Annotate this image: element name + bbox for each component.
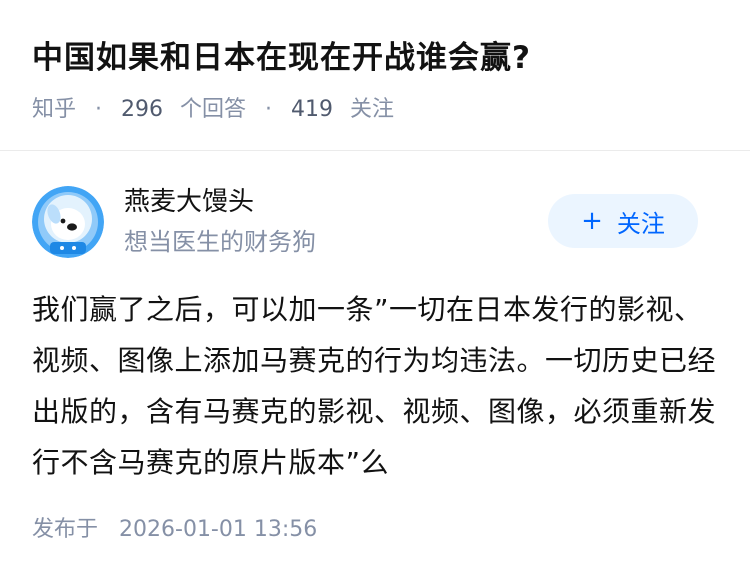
answer-content: 我们赢了之后，可以加一条”一切在日本发行的影视、视频、图像上添加马赛克的行为均违… bbox=[32, 293, 717, 479]
author-name[interactable]: 燕麦大馒头 bbox=[124, 184, 254, 220]
answer-page: 中国如果和日本在现在开战谁会赢? 知乎 · 296 个回答 · 419 关注 燕… bbox=[0, 0, 750, 582]
answer-footer: 发布于 2026-01-01 13:56 bbox=[32, 512, 317, 548]
answers-label[interactable]: 个回答 bbox=[180, 97, 246, 122]
published-label: 发布于 bbox=[32, 517, 99, 542]
dog-astronaut-avatar-icon bbox=[32, 186, 104, 258]
question-header: 中国如果和日本在现在开战谁会赢? 知乎 · 296 个回答 · 419 关注 bbox=[0, 0, 750, 150]
follow-button-label: 关注 bbox=[616, 209, 665, 238]
followers-label[interactable]: 关注 bbox=[350, 97, 394, 122]
follow-button[interactable]: + 关注 bbox=[548, 194, 698, 248]
meta-separator: · bbox=[95, 97, 103, 122]
question-meta: 知乎 · 296 个回答 · 419 关注 bbox=[32, 92, 394, 128]
answers-count[interactable]: 296 bbox=[121, 97, 163, 122]
author-card: 燕麦大馒头 想当医生的财务狗 + 关注 bbox=[0, 176, 750, 272]
followers-count[interactable]: 419 bbox=[291, 97, 333, 122]
published-time: 2026-01-01 13:56 bbox=[119, 517, 318, 542]
question-title[interactable]: 中国如果和日本在现在开战谁会赢? bbox=[32, 34, 531, 82]
plus-icon: + bbox=[581, 206, 603, 236]
header-divider bbox=[0, 150, 750, 151]
author-bio: 想当医生的财务狗 bbox=[124, 228, 316, 256]
avatar[interactable] bbox=[32, 186, 104, 258]
meta-separator: · bbox=[265, 97, 273, 122]
source-label[interactable]: 知乎 bbox=[32, 97, 76, 122]
